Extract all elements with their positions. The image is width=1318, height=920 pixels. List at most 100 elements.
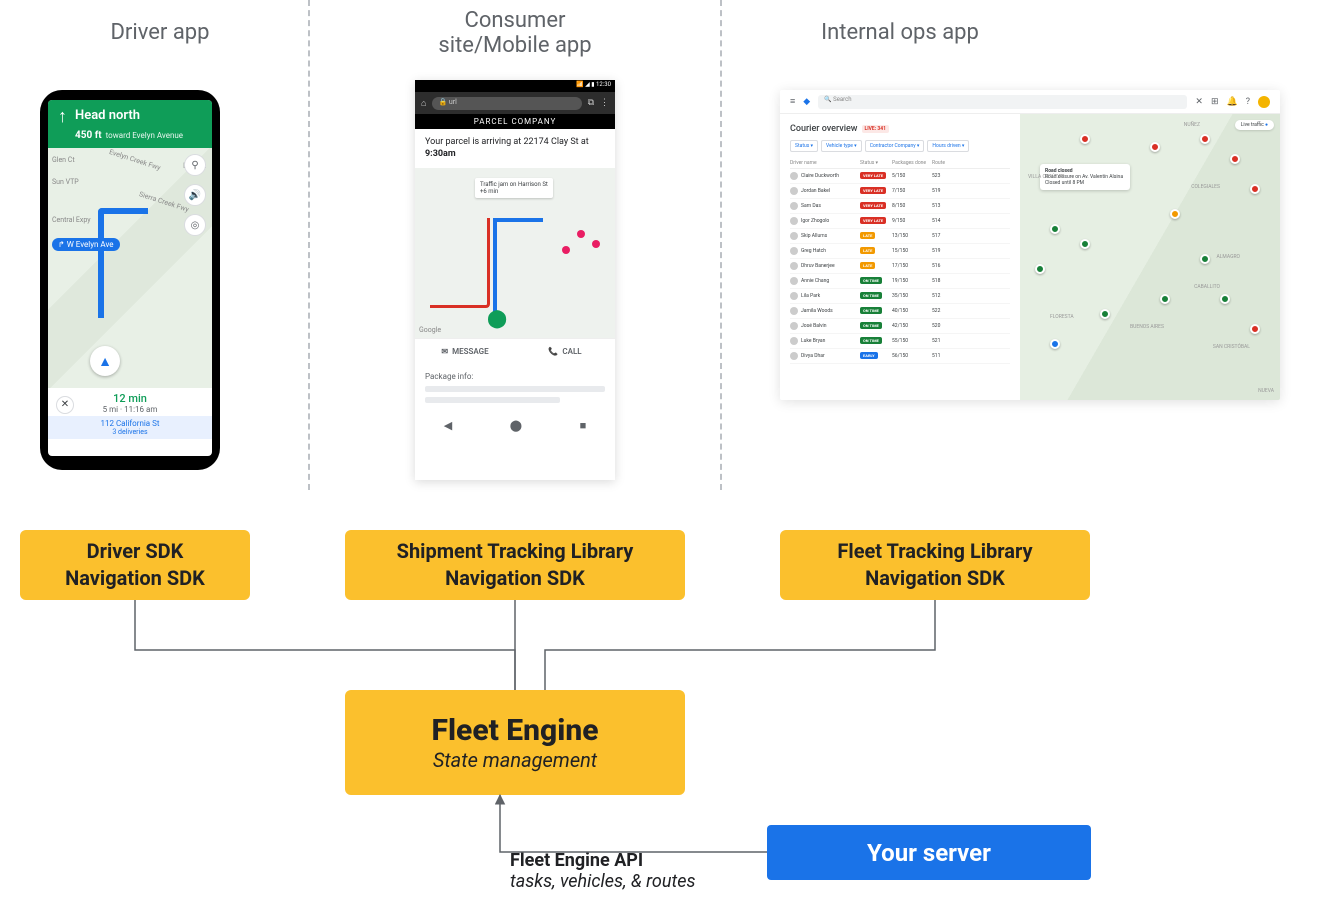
divider [308, 0, 310, 490]
map-pin[interactable] [1200, 134, 1210, 144]
column-header-consumer: Consumer site/Mobile app [405, 8, 625, 58]
sound-icon[interactable]: 🔊 [184, 184, 206, 206]
table-row[interactable]: Sam DasVERY LATE8/150513 [790, 199, 1010, 214]
map-pin[interactable] [1050, 224, 1060, 234]
vehicle-dot [577, 230, 585, 238]
driver-phone-mock: ↑ Head north 450 ft toward Evelyn Avenue… [40, 90, 220, 470]
map-pin[interactable] [1080, 134, 1090, 144]
message-button[interactable]: ✉MESSAGE [415, 339, 515, 364]
map-pin[interactable] [1160, 294, 1170, 304]
map-label: COLEGIALES [1191, 184, 1220, 190]
route-id: 519 [932, 188, 954, 194]
status-badge: LATE [860, 262, 875, 269]
map-pin[interactable] [1150, 142, 1160, 152]
recent-icon[interactable]: ■ [580, 419, 587, 432]
message-icon: ✉ [441, 347, 448, 356]
route-id: 523 [932, 173, 954, 179]
apps-icon[interactable]: ⊞ [1211, 97, 1219, 107]
filter-vehicle[interactable]: Vehicle type ▾ [821, 140, 862, 152]
filter-company[interactable]: Contractor Company ▾ [865, 140, 925, 152]
packages-done: 8/150 [892, 203, 932, 209]
report-icon[interactable]: ◎ [184, 214, 206, 236]
map-label: ALMAGRO [1216, 254, 1240, 260]
url-field[interactable]: 🔒 url [432, 97, 581, 110]
menu-icon[interactable]: ⋮ [600, 98, 609, 108]
avatar [790, 247, 798, 255]
phone-icon: 📞 [548, 347, 558, 356]
table-row[interactable]: Claire DuckworthVERY LATE5/150523 [790, 169, 1010, 184]
map-pin[interactable] [1080, 239, 1090, 249]
nav-direction: Head north [75, 108, 183, 123]
route-id: 519 [932, 248, 954, 254]
route-id: 513 [932, 203, 954, 209]
status-badge: ON TIME [860, 322, 882, 329]
tabs-icon[interactable]: ⧉ [588, 98, 594, 108]
fleet-engine-subtitle: State management [345, 748, 685, 772]
map-pin[interactable] [1250, 324, 1260, 334]
avatar [790, 262, 798, 270]
table-row[interactable]: Dhruv BanerjeeLATE17/150516 [790, 259, 1010, 274]
trip-footer: ✕ 12 min 5 mi · 11:16 am [48, 388, 212, 416]
search-input[interactable]: 🔍 Search [818, 95, 1187, 109]
map-pin[interactable] [1035, 264, 1045, 274]
table-row[interactable]: Greg HatchLATE15/150519 [790, 244, 1010, 259]
table-row[interactable]: Annie ChangON TIME19/150518 [790, 274, 1010, 289]
menu-icon[interactable]: ≡ [790, 96, 795, 107]
map-pin[interactable] [1050, 339, 1060, 349]
table-row[interactable]: Luke BryanON TIME55/150521 [790, 334, 1010, 349]
route-id: 512 [932, 293, 954, 299]
avatar [790, 277, 798, 285]
map-pin[interactable] [1220, 294, 1230, 304]
avatar[interactable] [1258, 96, 1270, 108]
driver-name: Jamila Woods [801, 308, 833, 314]
status-badge: VERY LATE [860, 217, 886, 224]
back-icon[interactable]: ◀ [444, 419, 452, 432]
live-traffic-toggle[interactable]: Live traffic ● [1235, 120, 1274, 130]
map-label: SAN CRISTÓBAL [1213, 344, 1250, 350]
route-id: 514 [932, 218, 954, 224]
filter-status[interactable]: Status ▾ [790, 140, 818, 152]
android-navbar: ◀ ⬤ ■ [415, 411, 615, 440]
bell-icon[interactable]: 🔔 [1227, 97, 1238, 107]
packages-done: 19/150 [892, 278, 932, 284]
table-row[interactable]: Igor ZhogoloVERY LATE9/150514 [790, 214, 1010, 229]
call-button[interactable]: 📞CALL [515, 339, 615, 364]
map-pin[interactable] [1230, 154, 1240, 164]
driver-name: Annie Chang [801, 278, 829, 284]
table-row[interactable]: José BalvinON TIME42/150520 [790, 319, 1010, 334]
packages-done: 17/150 [892, 263, 932, 269]
status-badge: VERY LATE [860, 172, 886, 179]
map-pin[interactable] [1200, 254, 1210, 264]
table-row[interactable]: Lila ParkON TIME35/150512 [790, 289, 1010, 304]
driver-name: José Balvin [801, 323, 827, 329]
ops-topbar: ≡ ◆ 🔍 Search ✕ ⊞ 🔔 ? [780, 90, 1280, 114]
consumer-route [493, 218, 543, 318]
driver-name: Divya Dhar [801, 353, 825, 359]
filter-row: Status ▾ Vehicle type ▾ Contractor Compa… [790, 140, 1010, 152]
nav-toward: toward Evelyn Avenue [106, 131, 183, 140]
road-label: Glen Ct [52, 156, 75, 164]
map-pin[interactable] [1250, 184, 1260, 194]
arrival-message: Your parcel is arriving at 22174 Clay St… [415, 129, 615, 168]
filter-hours[interactable]: Hours driven ▾ [927, 140, 969, 152]
close-icon[interactable]: ✕ [56, 396, 74, 414]
home-icon[interactable]: ⌂ [421, 98, 426, 109]
help-icon[interactable]: ? [1246, 97, 1250, 107]
packages-done: 40/150 [892, 308, 932, 314]
package-info: Package info: [415, 364, 615, 411]
table-row[interactable]: Jordan BakelVERY LATE7/150519 [790, 184, 1010, 199]
driver-name: Sam Das [801, 203, 821, 209]
close-icon[interactable]: ✕ [1195, 97, 1203, 107]
home-icon[interactable]: ⬤ [510, 419, 522, 432]
avatar [790, 307, 798, 315]
map-pin[interactable] [1100, 309, 1110, 319]
map-pin[interactable] [1170, 209, 1180, 219]
driver-name: Jordan Bakel [801, 188, 830, 194]
table-row[interactable]: Divya DharEARLY56/150511 [790, 349, 1010, 364]
waypoint-dot [592, 240, 600, 248]
panel-title: Courier overview LIVE: 341 [790, 124, 1010, 134]
search-icon[interactable]: ⚲ [184, 154, 206, 176]
table-row[interactable]: Skip AllumsLATE13/150517 [790, 229, 1010, 244]
consumer-app-mock: 📶 ◢ ▮ 12:30 ⌂ 🔒 url ⧉ ⋮ PARCEL COMPANY Y… [415, 80, 615, 480]
table-row[interactable]: Jamila WoodsON TIME40/150522 [790, 304, 1010, 319]
